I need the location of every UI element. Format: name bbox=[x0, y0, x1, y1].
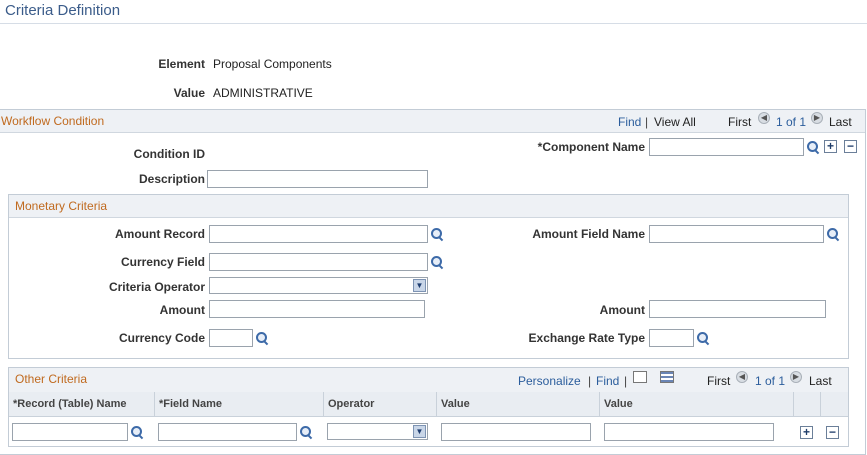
criteria-operator-label: Criteria Operator bbox=[108, 280, 205, 294]
criteria-operator-select[interactable]: ▼ bbox=[209, 277, 428, 294]
amount-field-name-search-icon[interactable] bbox=[826, 227, 840, 241]
workflow-last-label: Last bbox=[829, 115, 852, 129]
other-criteria-title: Other Criteria bbox=[15, 372, 88, 386]
currency-code-input[interactable] bbox=[209, 329, 253, 347]
value-1-input[interactable] bbox=[441, 423, 591, 441]
amount-field-name-input[interactable] bbox=[649, 225, 824, 243]
column-header-value-1[interactable]: Value bbox=[437, 392, 600, 416]
add-row-icon[interactable]: + bbox=[824, 140, 837, 153]
other-last-label: Last bbox=[809, 374, 832, 388]
column-header-field-name[interactable]: *Field Name bbox=[155, 392, 324, 416]
delete-row-icon[interactable]: − bbox=[844, 140, 857, 153]
page-title: Criteria Definition bbox=[5, 2, 121, 19]
workflow-next-icon[interactable]: ▶ bbox=[811, 112, 823, 124]
title-divider bbox=[0, 23, 867, 24]
personalize-link[interactable]: Personalize bbox=[518, 374, 581, 388]
amount-left-input[interactable] bbox=[209, 300, 425, 318]
amount-record-input[interactable] bbox=[209, 225, 428, 243]
description-label: Description bbox=[138, 172, 205, 186]
monetary-criteria-title: Monetary Criteria bbox=[15, 199, 108, 213]
chevron-down-icon: ▼ bbox=[413, 425, 426, 438]
add-criteria-row-icon[interactable]: + bbox=[800, 426, 813, 439]
other-next-icon[interactable]: ▶ bbox=[790, 371, 802, 383]
currency-code-label: Currency Code bbox=[118, 331, 205, 345]
operator-select[interactable]: ▼ bbox=[327, 423, 428, 440]
currency-field-label: Currency Field bbox=[120, 255, 205, 269]
amount-left-label: Amount bbox=[159, 303, 205, 317]
column-header-add bbox=[794, 392, 821, 416]
value-2-input[interactable] bbox=[604, 423, 774, 441]
download-icon[interactable] bbox=[660, 371, 674, 383]
exchange-rate-type-input[interactable] bbox=[649, 329, 694, 347]
workflow-view-all-link[interactable]: View All bbox=[654, 115, 696, 129]
monetary-criteria-header: Monetary Criteria bbox=[9, 195, 848, 218]
amount-right-input[interactable] bbox=[649, 300, 826, 318]
exchange-rate-type-search-icon[interactable] bbox=[696, 331, 710, 345]
value-value: ADMINISTRATIVE bbox=[213, 86, 313, 100]
currency-field-input[interactable] bbox=[209, 253, 428, 271]
other-nav-separator-2: | bbox=[624, 374, 628, 388]
other-prev-icon[interactable]: ◀ bbox=[736, 371, 748, 383]
column-header-delete bbox=[821, 392, 848, 416]
component-name-input[interactable] bbox=[649, 138, 804, 156]
component-name-search-icon[interactable] bbox=[806, 140, 820, 154]
element-value: Proposal Components bbox=[213, 57, 332, 71]
other-find-link[interactable]: Find bbox=[596, 374, 619, 388]
currency-field-search-icon[interactable] bbox=[430, 255, 444, 269]
workflow-first-label: First bbox=[728, 115, 752, 129]
exchange-rate-type-label: Exchange Rate Type bbox=[528, 331, 645, 345]
amount-record-search-icon[interactable] bbox=[430, 227, 444, 241]
column-header-value-2[interactable]: Value bbox=[600, 392, 794, 416]
other-first-label: First bbox=[707, 374, 731, 388]
record-name-input[interactable] bbox=[12, 423, 128, 441]
workflow-condition-title: Workflow Condition bbox=[1, 114, 105, 128]
element-label: Element bbox=[158, 57, 205, 71]
column-header-record-name[interactable]: *Record (Table) Name bbox=[9, 392, 155, 416]
other-nav-separator: | bbox=[588, 374, 592, 388]
field-name-input[interactable] bbox=[158, 423, 297, 441]
workflow-nav-separator: | bbox=[645, 115, 649, 129]
amount-right-label: Amount bbox=[599, 303, 645, 317]
column-header-operator[interactable]: Operator bbox=[324, 392, 437, 416]
workflow-prev-icon[interactable]: ◀ bbox=[758, 112, 770, 124]
workflow-find-link[interactable]: Find bbox=[618, 115, 641, 129]
other-page-indicator: 1 of 1 bbox=[755, 374, 786, 388]
description-input[interactable] bbox=[207, 170, 428, 188]
workflow-page-indicator: 1 of 1 bbox=[776, 115, 807, 129]
record-name-search-icon[interactable] bbox=[130, 425, 144, 439]
value-label: Value bbox=[173, 86, 205, 100]
condition-id-label: Condition ID bbox=[133, 147, 205, 161]
view-grid-icon[interactable] bbox=[633, 371, 647, 383]
amount-field-name-label: Amount Field Name bbox=[532, 227, 645, 241]
chevron-down-icon: ▼ bbox=[413, 279, 426, 292]
currency-code-search-icon[interactable] bbox=[255, 331, 269, 345]
amount-record-label: Amount Record bbox=[115, 227, 205, 241]
field-name-search-icon[interactable] bbox=[299, 425, 313, 439]
component-name-label: *Component Name bbox=[537, 140, 645, 154]
delete-criteria-row-icon[interactable]: − bbox=[826, 426, 839, 439]
